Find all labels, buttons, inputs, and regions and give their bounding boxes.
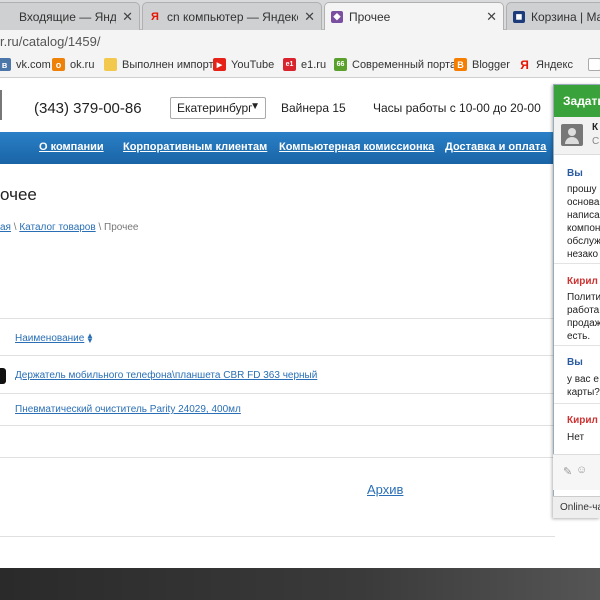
message-author: Кирил (567, 276, 598, 287)
main-nav: О компании Корпоративным клиентам Компью… (0, 132, 555, 164)
page-title: очее (0, 185, 37, 204)
tab-active-prochee[interactable]: ◆ Прочее ✕ (324, 2, 504, 30)
breadcrumb-catalog[interactable]: Каталог товаров (19, 222, 95, 233)
smile-icon[interactable]: ☺ (576, 464, 587, 476)
url-input[interactable]: r.ru/catalog/1459/ (0, 34, 100, 49)
message-text: Полити работа продаж есть. (567, 292, 600, 342)
bookmark-e1[interactable]: e1 e1.ru (283, 58, 326, 71)
divider (0, 318, 555, 319)
column-header-name[interactable]: Наименование (15, 333, 84, 344)
bookmark-yandex[interactable]: Я Яндекс (518, 57, 573, 72)
folder-icon (104, 58, 117, 71)
bookmarks-bar: в vk.com о ok.ru Выполнен импорт ▶ YouTu… (0, 54, 600, 78)
message-author: Вы (567, 168, 583, 179)
message-author: Кирил (567, 415, 598, 426)
tab-title: Входящие — Яндекс.Почта (19, 9, 117, 24)
bookmark-label: Выполнен импорт (122, 58, 214, 71)
tab-title: cn компьютер — Яндекс: нашл (167, 9, 298, 24)
tab-cart[interactable]: ◼ Корзина | Magaz (506, 2, 600, 30)
bookmark-label: Blogger (472, 58, 510, 71)
bookmark-import[interactable]: Выполнен импорт (104, 58, 214, 71)
chat-widget: Задать К С Вы прошу основа написа компон… (553, 84, 600, 518)
product-link[interactable]: Держатель мобильного телефона\планшета C… (15, 370, 317, 381)
nav-delivery[interactable]: Доставка и оплата (445, 141, 546, 153)
store-address: Вайнера 15 (281, 101, 346, 115)
breadcrumb-current: Прочее (104, 222, 139, 233)
divider (0, 457, 555, 458)
tab-title: Прочее (349, 9, 391, 24)
bookmark-youtube[interactable]: ▶ YouTube (213, 58, 274, 71)
paperclip-icon[interactable]: ✎ (563, 465, 572, 478)
youtube-icon: ▶ (213, 58, 226, 71)
product-thumbnail[interactable] (0, 368, 6, 384)
site-footer (0, 568, 600, 600)
nav-corporate[interactable]: Корпоративным клиентам (123, 141, 267, 153)
message-text: прошу основа написа компон обслуж незако (567, 184, 600, 260)
yandex-icon: Я (151, 10, 159, 23)
divider (0, 536, 555, 537)
operator-avatar (561, 124, 583, 146)
operator-name: К (592, 122, 599, 133)
tab-mail[interactable]: Входящие — Яндекс.Почта ✕ (0, 2, 140, 30)
page-icon (588, 58, 600, 71)
site-icon: ◆ (331, 10, 343, 23)
dropdown-arrow-icon: ▼ (250, 101, 260, 112)
logo[interactable] (0, 90, 2, 120)
close-icon[interactable]: ✕ (122, 9, 133, 25)
site-header: (343) 379-00-86 Екатеринбург ▼ Вайнера 1… (0, 78, 600, 132)
archive-link[interactable]: Архив (367, 482, 403, 497)
city-value: Екатеринбург (177, 101, 253, 115)
close-icon[interactable]: ✕ (304, 9, 315, 25)
bookmark-label: YouTube (231, 58, 275, 71)
bookmark-portal[interactable]: 66 Современный порта (334, 58, 456, 71)
chat-input[interactable]: ✎ ☺ (553, 454, 600, 490)
bookmark-ok[interactable]: о ok.ru (52, 58, 94, 71)
bookmark-label: Современный порта (352, 58, 457, 71)
e1-icon: e1 (283, 58, 296, 71)
divider (0, 425, 555, 426)
product-link[interactable]: Пневматический очиститель Parity 24029, … (15, 404, 241, 415)
nav-about[interactable]: О компании (39, 141, 104, 153)
chat-operator: К С (554, 117, 600, 155)
bookmark-label: vk.com (16, 58, 51, 71)
message-text: у вас е карты? (567, 374, 600, 398)
message-text: Нет (567, 432, 585, 443)
66-icon: 66 (334, 58, 347, 71)
chat-header[interactable]: Задать (554, 85, 600, 117)
tab-title: Корзина | Magaz (531, 9, 600, 24)
blogger-icon: B (454, 58, 467, 71)
bookmark-label: e1.ru (301, 58, 327, 71)
divider (0, 355, 555, 356)
operator-status: С (592, 136, 600, 147)
bookmark-blogger[interactable]: B Blogger (454, 58, 510, 71)
cart-site-icon: ◼ (513, 10, 525, 23)
city-select[interactable]: Екатеринбург ▼ (170, 97, 266, 119)
tab-yandex-search[interactable]: Я cn компьютер — Яндекс: нашл ✕ (142, 2, 322, 30)
bookmark-label: Яндекс (536, 58, 573, 71)
divider (0, 393, 555, 394)
bookmark-page[interactable] (588, 58, 600, 71)
sort-icon[interactable]: ▲ ▼ (86, 332, 94, 345)
close-icon[interactable]: ✕ (486, 9, 497, 25)
breadcrumb: ая \ Каталог товаров \ Прочее (0, 222, 139, 233)
browser-tab-strip: Входящие — Яндекс.Почта ✕ Я cn компьютер… (0, 0, 600, 30)
chat-messages: Вы прошу основа написа компон обслуж нез… (554, 155, 600, 455)
ok-icon: о (52, 58, 65, 71)
yandex-icon: Я (520, 57, 529, 72)
breadcrumb-home[interactable]: ая (0, 222, 11, 233)
bookmark-label: ok.ru (70, 58, 95, 71)
nav-commission[interactable]: Компьютерная комиссионка (279, 141, 434, 153)
opening-hours: Часы работы с 10-00 до 20-00 (373, 101, 541, 115)
bookmark-vk[interactable]: в vk.com (0, 58, 51, 71)
chat-footer[interactable]: Online-ча (553, 496, 600, 518)
vk-icon: в (0, 58, 11, 71)
message-author: Вы (567, 357, 583, 368)
address-bar: r.ru/catalog/1459/ (0, 30, 600, 54)
mail-icon (1, 11, 13, 23)
phone-number: (343) 379-00-86 (34, 100, 142, 117)
